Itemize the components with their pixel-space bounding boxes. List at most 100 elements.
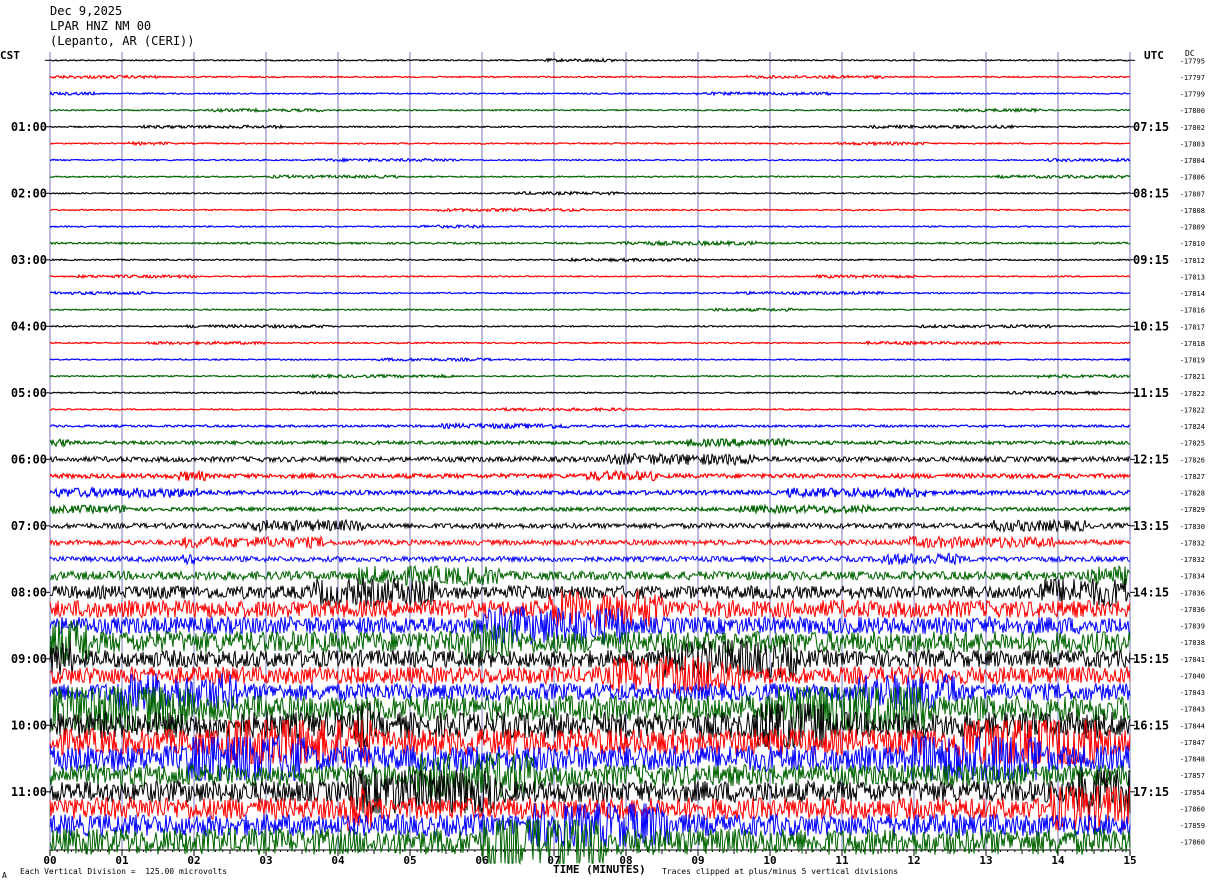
trace-line	[49, 452, 1131, 467]
dc-offset-label: -17797	[1180, 74, 1205, 82]
trace-line	[49, 534, 1131, 550]
left-hour-label: 08:00	[11, 585, 47, 599]
dc-offset-label: -17834	[1180, 573, 1205, 581]
trace-line	[49, 273, 1131, 280]
trace-line	[49, 207, 1131, 213]
dc-offset-label: -17827	[1180, 473, 1205, 481]
dc-offset-label: -17803	[1180, 140, 1205, 148]
x-tick-label: 11	[835, 854, 849, 867]
dc-offset-label: -17795	[1180, 57, 1205, 65]
dc-offset-label: -17828	[1180, 490, 1205, 498]
dc-offset-label: -17826	[1180, 456, 1205, 464]
trace-line	[49, 323, 1131, 330]
dc-offset-label: -17809	[1180, 224, 1205, 232]
dc-offset-label: -17854	[1180, 789, 1205, 797]
x-tick-label: 03	[259, 854, 272, 867]
dc-offset-label: -17816	[1180, 307, 1205, 315]
left-hour-label: 11:00	[11, 785, 47, 799]
dc-offset-label: -17860	[1180, 805, 1205, 813]
x-tick-label: 13	[979, 854, 992, 867]
x-tick-label: 15	[1123, 854, 1136, 867]
x-tick-label: 05	[403, 854, 416, 867]
dc-offset-label: -17819	[1180, 357, 1205, 365]
trace-line	[49, 357, 1131, 363]
trace-line	[49, 606, 1131, 646]
dc-offset-label: -17843	[1180, 706, 1205, 714]
x-tick-label: 14	[1051, 854, 1065, 867]
trace-line	[49, 436, 1131, 449]
dc-offset-label: -17840	[1180, 672, 1205, 680]
x-axis-title: TIME (MINUTES)	[553, 863, 646, 876]
x-tick-label: 04	[331, 854, 345, 867]
trace-line	[49, 74, 1131, 80]
dc-offset-label: -17806	[1180, 174, 1205, 182]
trace-line	[49, 564, 1131, 587]
trace-line	[49, 552, 1131, 567]
dc-offset-label: -17821	[1180, 373, 1205, 381]
dc-offset-label: -17799	[1180, 91, 1205, 99]
left-hour-label: 05:00	[11, 386, 47, 400]
scale-note: Each Vertical Division = 125.00 microvol…	[20, 867, 228, 876]
trace-line	[49, 256, 1131, 263]
x-tick-label: 02	[187, 854, 200, 867]
trace-line	[49, 239, 1131, 248]
x-tick-label: 12	[907, 854, 920, 867]
left-hour-label: 02:00	[11, 186, 47, 200]
trace-line	[49, 373, 1131, 380]
trace-line	[49, 421, 1131, 431]
right-hour-label: 09:15	[1133, 253, 1169, 267]
trace-line	[49, 223, 1131, 230]
x-tick-label: 00	[43, 854, 56, 867]
dc-offset-label: -17813	[1180, 273, 1205, 281]
left-hour-label: 04:00	[11, 319, 47, 333]
left-hour-label: 03:00	[11, 253, 47, 267]
trace-line	[49, 107, 1131, 114]
trace-line	[49, 469, 1131, 483]
trace-line	[49, 485, 1131, 500]
seismic-traces	[49, 57, 1131, 865]
x-tick-label: 10	[763, 854, 776, 867]
dc-offset-label: -17830	[1180, 523, 1205, 531]
dc-offset-label: -17818	[1180, 340, 1205, 348]
left-hour-label: 06:00	[11, 452, 47, 466]
dc-offset-label: -17860	[1180, 839, 1205, 847]
left-hour-label: 09:00	[11, 652, 47, 666]
trace-line	[49, 190, 1130, 197]
dc-offset-label: -17841	[1180, 656, 1205, 664]
dc-offset-label: -17817	[1180, 323, 1205, 331]
helicorder-plot: 00 01 02 03 04 05 06 07 08 09 10 11 12 13 14 15-17795-1…	[11, 52, 1205, 867]
right-hour-label: 10:15	[1133, 319, 1169, 333]
dc-offset-label: -17808	[1180, 207, 1205, 215]
trace-line	[49, 123, 1131, 130]
left-hour-label: 10:00	[11, 718, 47, 732]
corner-mark: A	[2, 871, 7, 880]
left-hour-label: 01:00	[11, 120, 47, 134]
x-tick-label: 06	[475, 854, 489, 867]
trace-line	[49, 290, 1131, 296]
trace-line	[49, 390, 1131, 396]
dc-offset-label: -17843	[1180, 689, 1205, 697]
left-hour-label: 07:00	[11, 519, 47, 533]
right-hour-label: 13:15	[1133, 519, 1169, 533]
trace-line	[49, 156, 1131, 164]
right-hour-label: 08:15	[1133, 186, 1169, 200]
dc-offset-label: -17859	[1180, 822, 1205, 830]
clip-note: Traces clipped at plus/minus 5 vertical …	[662, 867, 899, 876]
dc-offset-label: -17800	[1180, 107, 1205, 115]
trace-line	[49, 307, 1131, 313]
right-hour-label: 15:15	[1133, 652, 1169, 666]
trace-line	[49, 503, 1131, 515]
x-tick-label: 01	[115, 854, 129, 867]
dc-offset-label: -17844	[1180, 722, 1205, 730]
dc-offset-label: -17836	[1180, 589, 1205, 597]
trace-line	[49, 518, 1131, 534]
x-tick-label: 09	[691, 854, 704, 867]
right-hour-label: 17:15	[1133, 785, 1169, 799]
dc-offset-label: -17814	[1180, 290, 1205, 298]
left-timezone-label: CST	[0, 49, 20, 62]
dc-offset-label: -17810	[1180, 240, 1205, 248]
trace-line	[49, 406, 1131, 413]
dc-offset-label: -17847	[1180, 739, 1205, 747]
trace-line	[49, 90, 1130, 97]
dc-offset-label: -17857	[1180, 772, 1205, 780]
